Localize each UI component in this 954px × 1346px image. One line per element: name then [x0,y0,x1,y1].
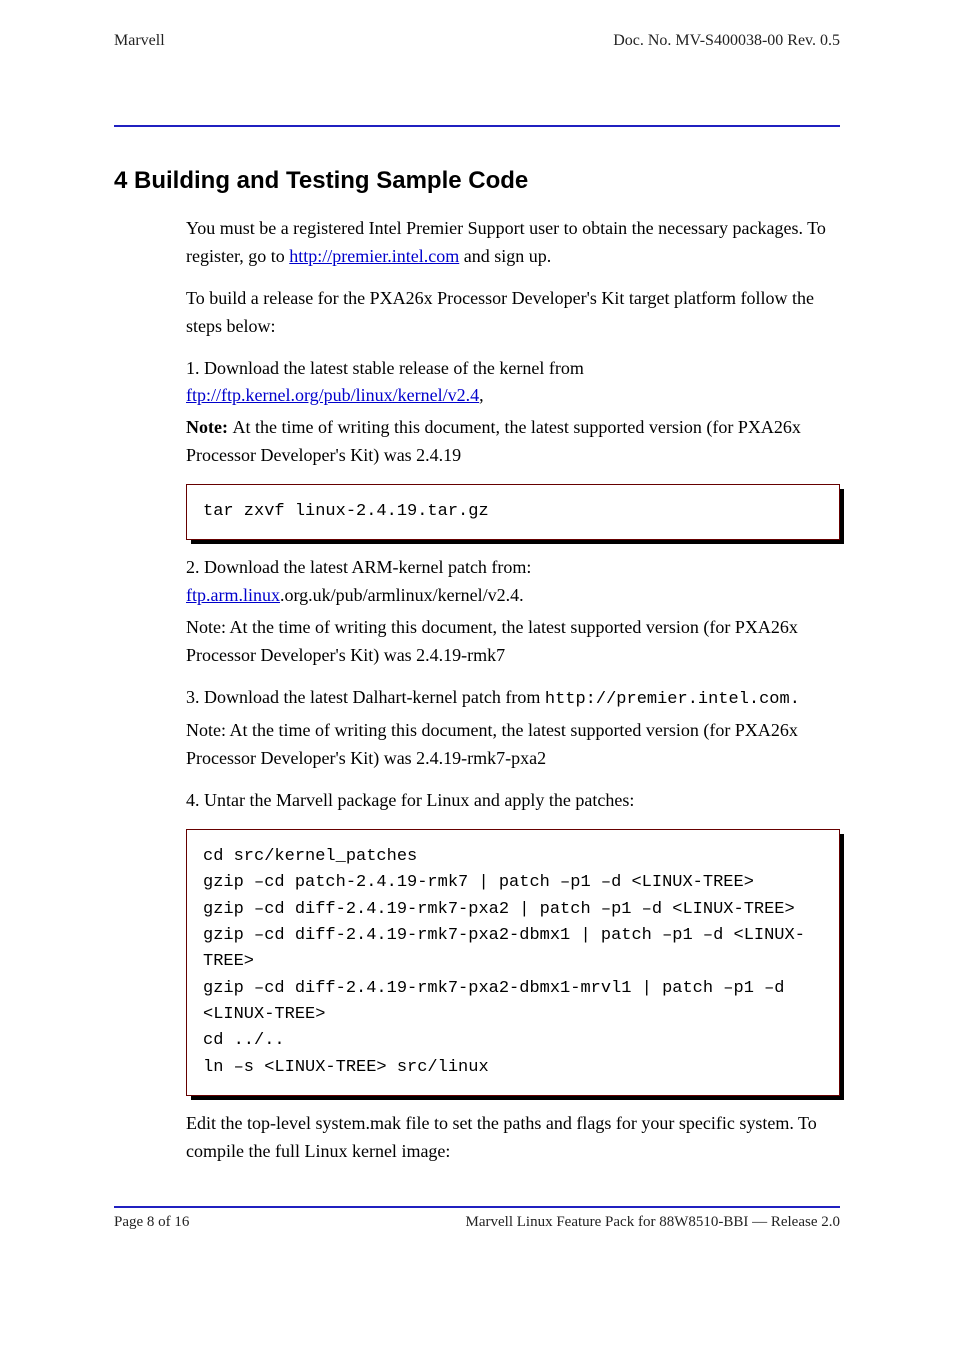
note-label: Note: [186,417,232,437]
code-box-2-content: cd src/kernel_patches gzip –cd patch-2.4… [186,829,840,1096]
step-1: 1. Download the latest stable release of… [186,355,840,411]
footer-pagenum: Page 8 of 16 [114,1214,189,1231]
header-company: Marvell [114,32,165,50]
step-1-prefix: 1. Download the latest stable release of… [186,358,584,378]
step-2-tail: .org.uk/pub/armlinux/kernel/v2.4. [280,585,524,605]
para-signup: You must be a registered Intel Premier S… [186,215,840,271]
step-3-url: http://premier.intel.com. [545,690,800,709]
step-3-note: Note: At the time of writing this docume… [186,717,840,773]
page-container: Marvell Doc. No. MV-S400038-00 Rev. 0.5 … [0,0,954,1271]
code-box-1: tar zxvf linux-2.4.19.tar.gz [186,484,840,540]
step-5: Edit the top-level system.mak file to se… [186,1110,840,1166]
footer-doc-title: Marvell Linux Feature Pack for 88W8510-B… [466,1214,841,1231]
step-2-prefix: 2. Download the latest ARM-kernel patch … [186,557,531,577]
header-rule [114,125,840,127]
arm-ftp-link[interactable]: ftp.arm.linux [186,585,280,605]
step-2: 2. Download the latest ARM-kernel patch … [186,554,840,610]
step-1-note: Note: At the time of writing this docume… [186,414,840,470]
kernel-ftp-link[interactable]: ftp://ftp.kernel.org/pub/linux/kernel/v2… [186,385,479,405]
para-signup-tail: and sign up. [459,246,551,266]
page-footer: Page 8 of 16 Marvell Linux Feature Pack … [114,1214,840,1231]
step-2-note: Note: At the time of writing this docume… [186,614,840,670]
step-4: 4. Untar the Marvell package for Linux a… [186,787,840,815]
section-heading: 4 Building and Testing Sample Code [114,167,840,195]
step-3-text: 3. Download the latest Dalhart-kernel pa… [186,687,545,707]
code-box-1-content: tar zxvf linux-2.4.19.tar.gz [186,484,840,540]
step-1-tail: , [479,385,484,405]
step-1-note-text: At the time of writing this document, th… [186,417,801,465]
code-box-2: cd src/kernel_patches gzip –cd patch-2.4… [186,829,840,1096]
header-docnum: Doc. No. MV-S400038-00 Rev. 0.5 [613,32,840,50]
step-3: 3. Download the latest Dalhart-kernel pa… [186,684,840,713]
para-steps: To build a release for the PXA26x Proces… [186,285,840,341]
intel-premier-link[interactable]: http://premier.intel.com [289,246,459,266]
page-header: Marvell Doc. No. MV-S400038-00 Rev. 0.5 [114,32,840,50]
footer-rule [114,1206,840,1208]
